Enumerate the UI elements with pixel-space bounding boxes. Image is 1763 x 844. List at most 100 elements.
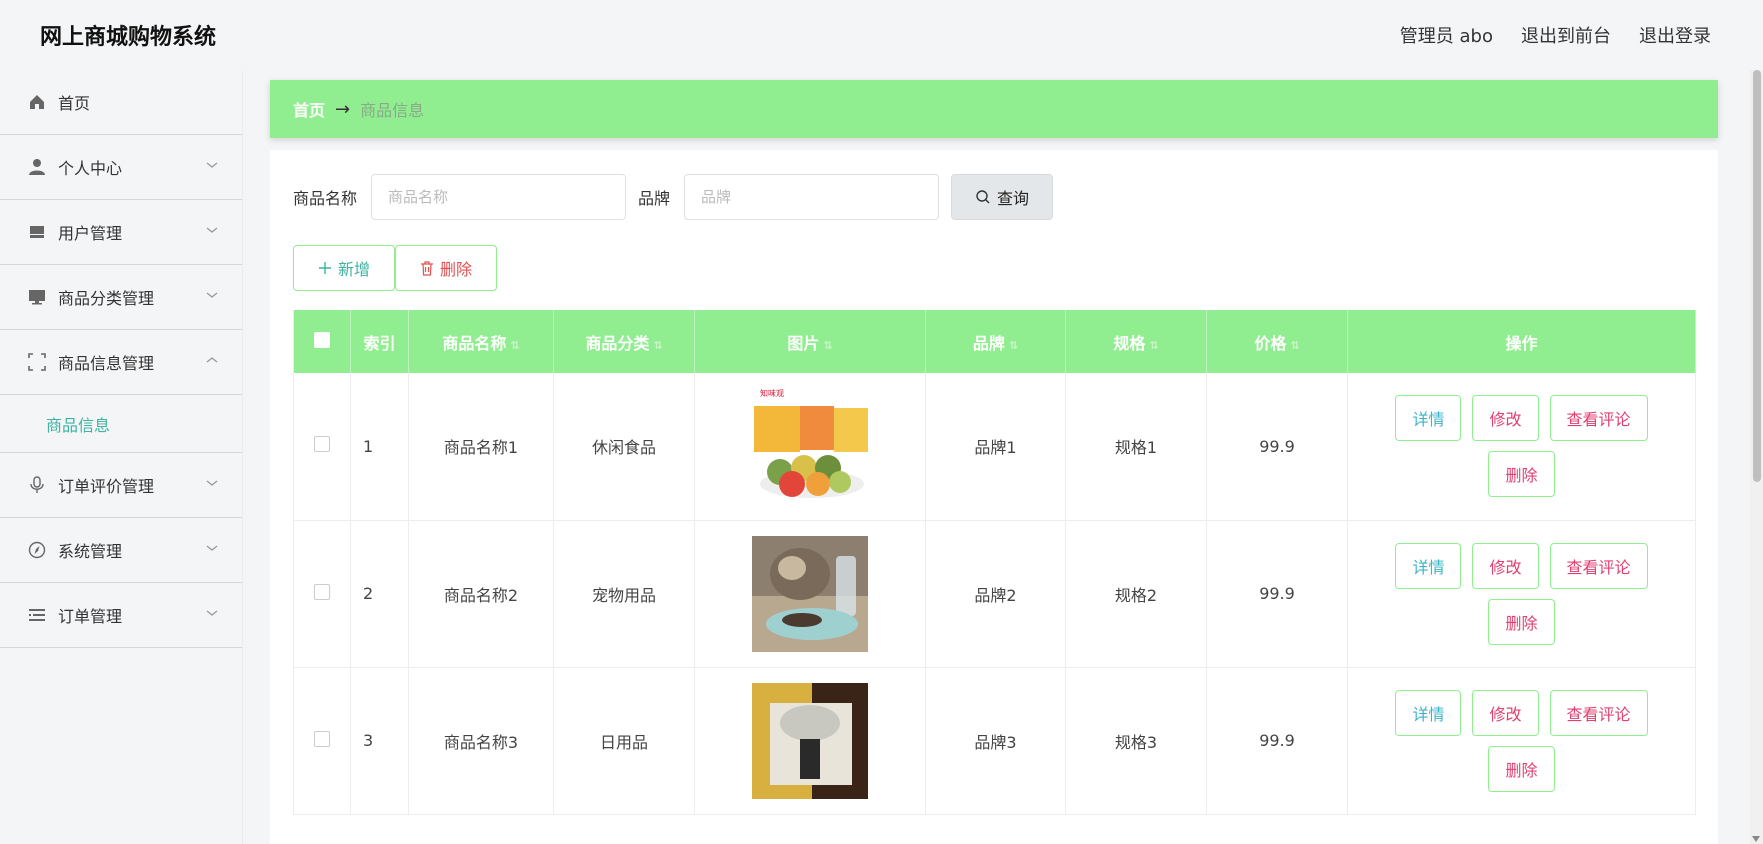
sidebar-item-label: 个人中心 — [58, 159, 123, 178]
main-content: 首页 → 商品信息 商品名称 品牌 查询 新增 删除 — [270, 80, 1718, 844]
header-category[interactable]: 商品分类 ⇅ — [553, 310, 695, 373]
row-brand: 品牌3 — [925, 667, 1066, 815]
scroll-down-arrow-icon[interactable] — [1752, 836, 1760, 842]
home-icon — [28, 93, 46, 111]
sidebar-item-label: 商品分类管理 — [58, 289, 155, 308]
chevron-down-icon — [206, 292, 218, 298]
row-image-cell — [694, 520, 926, 668]
row-spec: 规格3 — [1065, 667, 1207, 815]
plus-icon — [318, 262, 331, 274]
sidebar-item-label: 商品信息管理 — [58, 354, 155, 373]
detail-button[interactable]: 详情 — [1395, 689, 1462, 736]
row-brand: 品牌1 — [925, 373, 1066, 521]
product-name-label: 商品名称 — [293, 189, 358, 208]
product-name-input[interactable] — [371, 174, 627, 220]
sidebar-item-user-management[interactable]: 用户管理 — [0, 200, 242, 265]
breadcrumb-current: 商品信息 — [360, 101, 425, 120]
detail-button[interactable]: 详情 — [1395, 542, 1462, 589]
breadcrumb: 首页 → 商品信息 — [270, 80, 1718, 138]
view-reviews-button[interactable]: 查看评论 — [1549, 395, 1648, 442]
select-all-checkbox[interactable] — [314, 331, 330, 348]
breadcrumb-home[interactable]: 首页 — [293, 97, 325, 121]
add-button[interactable]: 新增 — [293, 245, 395, 291]
batch-delete-button[interactable]: 删除 — [395, 245, 497, 291]
top-bar: 网上商城购物系统 管理员 abo 退出到前台 退出登录 — [0, 0, 1763, 70]
row-name: 商品名称1 — [408, 373, 554, 521]
header-price[interactable]: 价格 ⇅ — [1206, 310, 1348, 373]
action-row: 新增 删除 — [293, 245, 497, 291]
sidebar-item-order-management[interactable]: 订单管理 — [0, 583, 242, 648]
mooncake-photo: 知味观 — [752, 388, 868, 505]
view-reviews-button[interactable]: 查看评论 — [1549, 689, 1648, 736]
monitor-icon — [28, 288, 46, 306]
compass-icon — [28, 541, 46, 559]
header-brand[interactable]: 品牌 ⇅ — [925, 310, 1066, 373]
search-row: 商品名称 品牌 查询 — [293, 174, 1054, 220]
view-reviews-button[interactable]: 查看评论 — [1549, 542, 1648, 589]
sidebar-item-personal-center[interactable]: 个人中心 — [0, 135, 242, 200]
sidebar-item-label: 系统管理 — [58, 542, 123, 561]
detail-button[interactable]: 详情 — [1395, 395, 1462, 442]
header-index: 索引 — [350, 310, 409, 373]
sort-icon: ⇅ — [510, 338, 520, 352]
current-user-label: 管理员 abo — [1399, 26, 1493, 47]
row-image-cell — [694, 667, 926, 815]
brand-label: 品牌 — [638, 189, 671, 208]
batch-delete-button-label: 删除 — [439, 260, 472, 279]
mic-icon — [28, 476, 46, 494]
sort-icon: ⇅ — [653, 338, 663, 352]
header-name[interactable]: 商品名称 ⇅ — [408, 310, 554, 373]
delete-button[interactable]: 删除 — [1488, 745, 1555, 792]
scrollbar-thumb[interactable] — [1753, 70, 1761, 482]
sidebar-item-label: 订单管理 — [58, 607, 123, 626]
search-icon — [976, 190, 990, 204]
user-icon — [28, 158, 46, 176]
header-image[interactable]: 图片 ⇅ — [694, 310, 926, 373]
add-button-label: 新增 — [337, 260, 370, 279]
sidebar-item-home[interactable]: 首页 — [0, 70, 242, 135]
sidebar-item-category-management[interactable]: 商品分类管理 — [0, 265, 242, 330]
exit-to-front-link[interactable]: 退出到前台 — [1521, 22, 1611, 48]
row-index: 1 — [350, 373, 409, 521]
content-panel: 商品名称 品牌 查询 新增 删除 — [270, 150, 1718, 844]
edit-button[interactable]: 修改 — [1472, 689, 1539, 736]
row-price: 99.9 — [1206, 667, 1348, 815]
row-checkbox[interactable] — [314, 436, 330, 453]
table-header-row: 索引 商品名称 ⇅ 商品分类 ⇅ 图片 ⇅ 品牌 ⇅ 规格 ⇅ 价格 ⇅ 操作 — [293, 310, 1696, 373]
row-price: 99.9 — [1206, 373, 1348, 521]
edit-button[interactable]: 修改 — [1472, 395, 1539, 442]
delete-button[interactable]: 删除 — [1488, 451, 1555, 498]
select-all-cell — [293, 310, 351, 373]
sort-icon: ⇅ — [1149, 338, 1159, 352]
row-category: 宠物用品 — [553, 520, 695, 668]
header-operations: 操作 — [1347, 310, 1696, 373]
row-category: 日用品 — [553, 667, 695, 815]
logout-link[interactable]: 退出登录 — [1639, 22, 1711, 48]
row-name: 商品名称2 — [408, 520, 554, 668]
row-checkbox[interactable] — [314, 583, 330, 600]
frame-icon — [28, 353, 46, 371]
row-checkbox[interactable] — [314, 730, 330, 747]
sidebar: 首页 个人中心 用户管理 商品分类管理 商品信息管理 商品信息 订单评价管理 系… — [0, 70, 243, 844]
edit-button[interactable]: 修改 — [1472, 542, 1539, 589]
chevron-down-icon — [206, 545, 218, 551]
table-row: 2 商品名称2 宠物用品 品牌2 规格2 99.9 详情 修改 查看评论 删除 — [293, 520, 1696, 668]
sidebar-item-system-management[interactable]: 系统管理 — [0, 518, 242, 583]
sidebar-item-order-review-management[interactable]: 订单评价管理 — [0, 453, 242, 518]
row-name: 商品名称3 — [408, 667, 554, 815]
query-button[interactable]: 查询 — [951, 174, 1054, 220]
chevron-up-icon — [206, 357, 218, 363]
row-brand: 品牌2 — [925, 520, 1066, 668]
delete-button[interactable]: 删除 — [1488, 598, 1555, 645]
sidebar-subitem-product-info[interactable]: 商品信息 — [0, 395, 242, 453]
row-ops: 详情 修改 查看评论 删除 — [1347, 373, 1696, 521]
query-button-label: 查询 — [997, 189, 1030, 208]
sidebar-item-label: 订单评价管理 — [58, 477, 155, 496]
sidebar-item-product-info-management[interactable]: 商品信息管理 — [0, 330, 242, 395]
row-ops: 详情 修改 查看评论 删除 — [1347, 667, 1696, 815]
list-icon — [28, 606, 46, 624]
sidebar-item-label: 首页 — [58, 94, 91, 113]
brand-input[interactable] — [684, 174, 940, 220]
vertical-scrollbar[interactable] — [1750, 70, 1763, 844]
header-spec[interactable]: 规格 ⇅ — [1065, 310, 1207, 373]
